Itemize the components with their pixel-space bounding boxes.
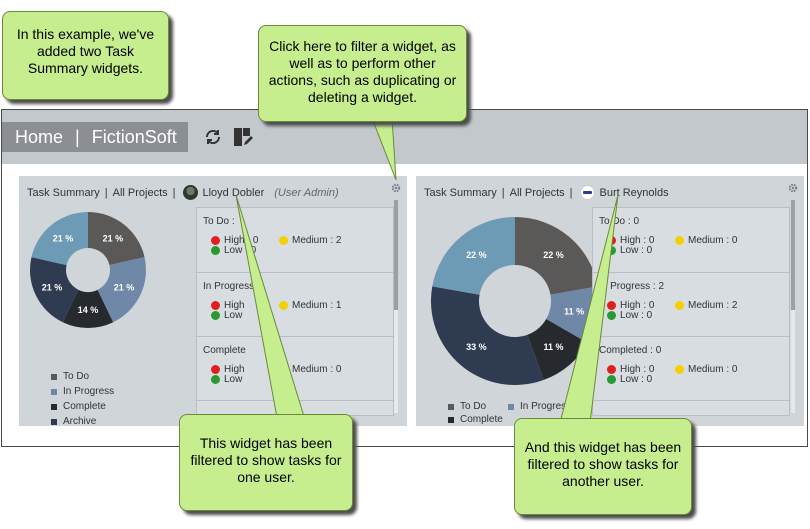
legend-item: To Do — [448, 401, 486, 412]
legend-label: In Progress — [63, 386, 115, 397]
header-separator: | — [172, 186, 176, 199]
legend-item: Complete — [51, 401, 106, 412]
priority-dot — [675, 301, 684, 310]
legend-swatch — [448, 416, 454, 423]
legend-label: To Do — [460, 401, 487, 412]
org-label: FictionSoft — [91, 127, 177, 147]
callout-another-user: And this widget has been filtered to sho… — [514, 418, 692, 515]
legend-swatch — [508, 403, 514, 410]
legend-swatch — [448, 403, 454, 410]
slice-label: 33 % — [466, 342, 487, 352]
callout-intro: In this example, we've added two Task Su… — [2, 11, 169, 100]
edit-layout-icon[interactable] — [232, 126, 254, 148]
home-separator: | — [75, 127, 80, 147]
header-separator: | — [501, 186, 505, 199]
scroll-thumb[interactable] — [394, 200, 398, 310]
priority-dot — [211, 236, 220, 245]
donut-chart: 21 % 21 % 14 % 21 % 21 % — [30, 212, 146, 328]
legend-swatch — [51, 373, 57, 380]
gear-icon[interactable] — [788, 180, 798, 193]
priority-dot — [211, 246, 220, 255]
priority-dot — [675, 365, 684, 374]
slice-label: 21 % — [53, 234, 74, 244]
avatar — [182, 185, 198, 200]
legend-item: Archive — [51, 416, 96, 426]
priority-dot — [211, 375, 220, 384]
priority-count: Medium : 0 — [688, 235, 738, 246]
legend-swatch — [51, 388, 57, 395]
priority-count: Medium : 2 — [688, 300, 738, 311]
slice-label: 21 % — [42, 282, 63, 292]
legend-label: To Do — [63, 371, 90, 382]
priority-medium: Medium : 0 — [675, 235, 737, 246]
legend-swatch — [51, 418, 57, 425]
header-separator: | — [104, 186, 108, 199]
callout-another-user-tail — [559, 194, 619, 424]
priority-dot — [211, 311, 220, 320]
task-summary-widget-1: Task Summary | All Projects | Lloyd Dobl… — [19, 176, 407, 426]
home-tab[interactable]: Home | FictionSoft — [2, 122, 188, 152]
legend-swatch — [51, 403, 57, 410]
slice-label: 21 % — [114, 282, 135, 292]
refresh-icon[interactable] — [202, 126, 224, 148]
scrollbar[interactable] — [791, 200, 795, 413]
legend-item: To Do — [51, 371, 89, 382]
callout-another-user-text: And this widget has been filtered to sho… — [524, 439, 682, 489]
slice-label: 14 % — [78, 305, 99, 315]
widget-title: Task Summary — [424, 186, 497, 199]
slice-label: 21 % — [103, 234, 124, 244]
callout-one-user: This widget has been filtered to show ta… — [179, 414, 353, 511]
legend-label: Complete — [460, 414, 503, 425]
callout-filter-tail — [371, 117, 397, 181]
scrollbar[interactable] — [394, 200, 398, 413]
callout-one-user-tail — [235, 194, 307, 424]
legend-label: Archive — [63, 416, 97, 426]
dashboard-frame: Home | FictionSoft Task Summary | All Pr… — [1, 109, 808, 447]
callout-one-user-text: This widget has been filtered to show ta… — [190, 435, 342, 485]
priority-dot — [211, 301, 220, 310]
priority-count: Medium : 0 — [688, 364, 738, 375]
donut-hole — [67, 249, 109, 291]
home-label: Home — [15, 127, 64, 147]
slice-label: 22 % — [466, 250, 487, 260]
project-filter-label: All Projects — [112, 186, 168, 199]
priority-medium: Medium : 0 — [675, 364, 737, 375]
callout-filter-text: Click here to filter a widget, as well a… — [268, 38, 457, 105]
priority-medium: Medium : 2 — [675, 300, 737, 311]
widget-title: Task Summary — [27, 186, 100, 199]
callout-filter: Click here to filter a widget, as well a… — [258, 25, 467, 122]
legend-item: In Progress — [51, 386, 114, 397]
legend-label: Complete — [63, 401, 106, 412]
callout-intro-text: In this example, we've added two Task Su… — [16, 26, 155, 76]
scroll-thumb[interactable] — [791, 200, 795, 310]
legend-item: Complete — [448, 414, 503, 425]
priority-dot — [675, 236, 684, 245]
priority-dot — [211, 365, 220, 374]
